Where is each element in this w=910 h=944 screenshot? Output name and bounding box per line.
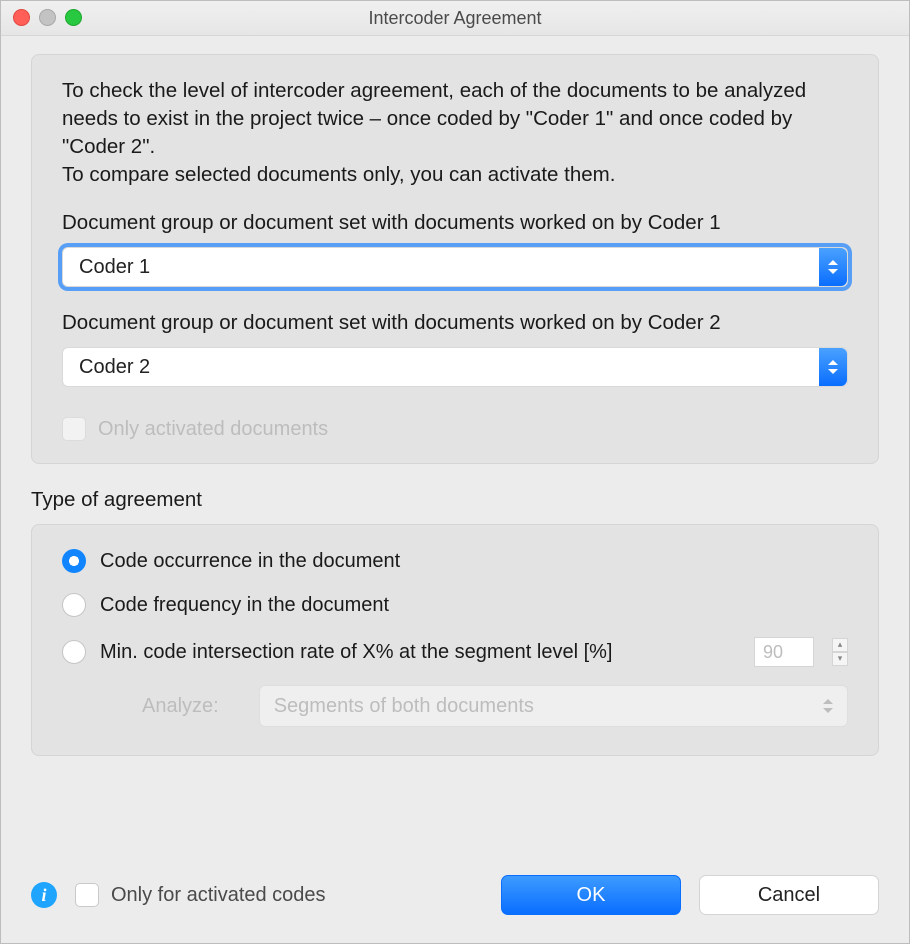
coder1-select[interactable]: Coder 1 (62, 247, 848, 287)
analyze-row: Analyze: Segments of both documents (62, 685, 848, 727)
radio-code-occurrence-label: Code occurrence in the document (100, 550, 400, 573)
cancel-button[interactable]: Cancel (699, 875, 879, 915)
stepper-up-icon: ▴ (832, 638, 848, 652)
type-of-agreement-title: Type of agreement (31, 488, 879, 512)
cancel-button-label: Cancel (758, 884, 820, 907)
analyze-select: Segments of both documents (259, 685, 848, 727)
coder2-select[interactable]: Coder 2 (62, 347, 848, 387)
coder2-select-wrap: Coder 2 (62, 347, 848, 387)
analyze-select-stepper (819, 686, 837, 726)
titlebar: Intercoder Agreement (1, 1, 909, 36)
agreement-type-panel: Code occurrence in the document Code fre… (31, 524, 879, 756)
coder-selection-panel: To check the level of intercoder agreeme… (31, 54, 879, 464)
only-activated-documents-checkbox (62, 417, 86, 441)
info-icon[interactable]: i (31, 882, 57, 908)
radio-code-occurrence-row[interactable]: Code occurrence in the document (62, 549, 848, 573)
chevron-up-icon (828, 260, 838, 265)
chevron-up-icon (823, 699, 833, 704)
coder2-select-stepper[interactable] (819, 348, 847, 386)
coder1-select-wrap: Coder 1 (62, 247, 848, 287)
coder1-select-stepper[interactable] (819, 248, 847, 286)
min-intersection-value (754, 637, 814, 667)
intro-text: To check the level of intercoder agreeme… (62, 77, 848, 189)
chevron-down-icon (828, 369, 838, 374)
radio-code-frequency-row[interactable]: Code frequency in the document (62, 593, 848, 617)
stepper-down-icon: ▾ (832, 652, 848, 666)
radio-min-intersection-label: Min. code intersection rate of X% at the… (100, 641, 612, 664)
intro-line-2: To compare selected documents only, you … (62, 163, 615, 186)
only-activated-documents-label: Only activated documents (98, 418, 328, 441)
analyze-label: Analyze: (142, 695, 219, 718)
coder2-label: Document group or document set with docu… (62, 311, 848, 335)
min-intersection-stepper: ▴ ▾ (832, 638, 848, 666)
coder1-select-value: Coder 1 (79, 256, 150, 279)
only-activated-documents-row: Only activated documents (62, 417, 848, 441)
dialog-window: Intercoder Agreement To check the level … (0, 0, 910, 944)
only-activated-codes-row[interactable]: Only for activated codes (75, 883, 326, 907)
chevron-down-icon (828, 269, 838, 274)
radio-code-frequency[interactable] (62, 593, 86, 617)
ok-button[interactable]: OK (501, 875, 681, 915)
dialog-footer: i Only for activated codes OK Cancel (31, 875, 879, 915)
only-activated-codes-checkbox[interactable] (75, 883, 99, 907)
dialog-content: To check the level of intercoder agreeme… (1, 36, 909, 778)
radio-code-occurrence[interactable] (62, 549, 86, 573)
chevron-up-icon (828, 360, 838, 365)
intro-line-1: To check the level of intercoder agreeme… (62, 79, 806, 158)
only-activated-codes-label: Only for activated codes (111, 884, 326, 907)
chevron-down-icon (823, 708, 833, 713)
radio-min-intersection[interactable] (62, 640, 86, 664)
radio-min-intersection-row[interactable]: Min. code intersection rate of X% at the… (62, 637, 848, 667)
coder2-select-value: Coder 2 (79, 356, 150, 379)
radio-code-frequency-label: Code frequency in the document (100, 594, 389, 617)
window-title: Intercoder Agreement (1, 1, 909, 35)
coder1-label: Document group or document set with docu… (62, 211, 848, 235)
ok-button-label: OK (577, 884, 606, 907)
analyze-select-value: Segments of both documents (274, 695, 534, 718)
